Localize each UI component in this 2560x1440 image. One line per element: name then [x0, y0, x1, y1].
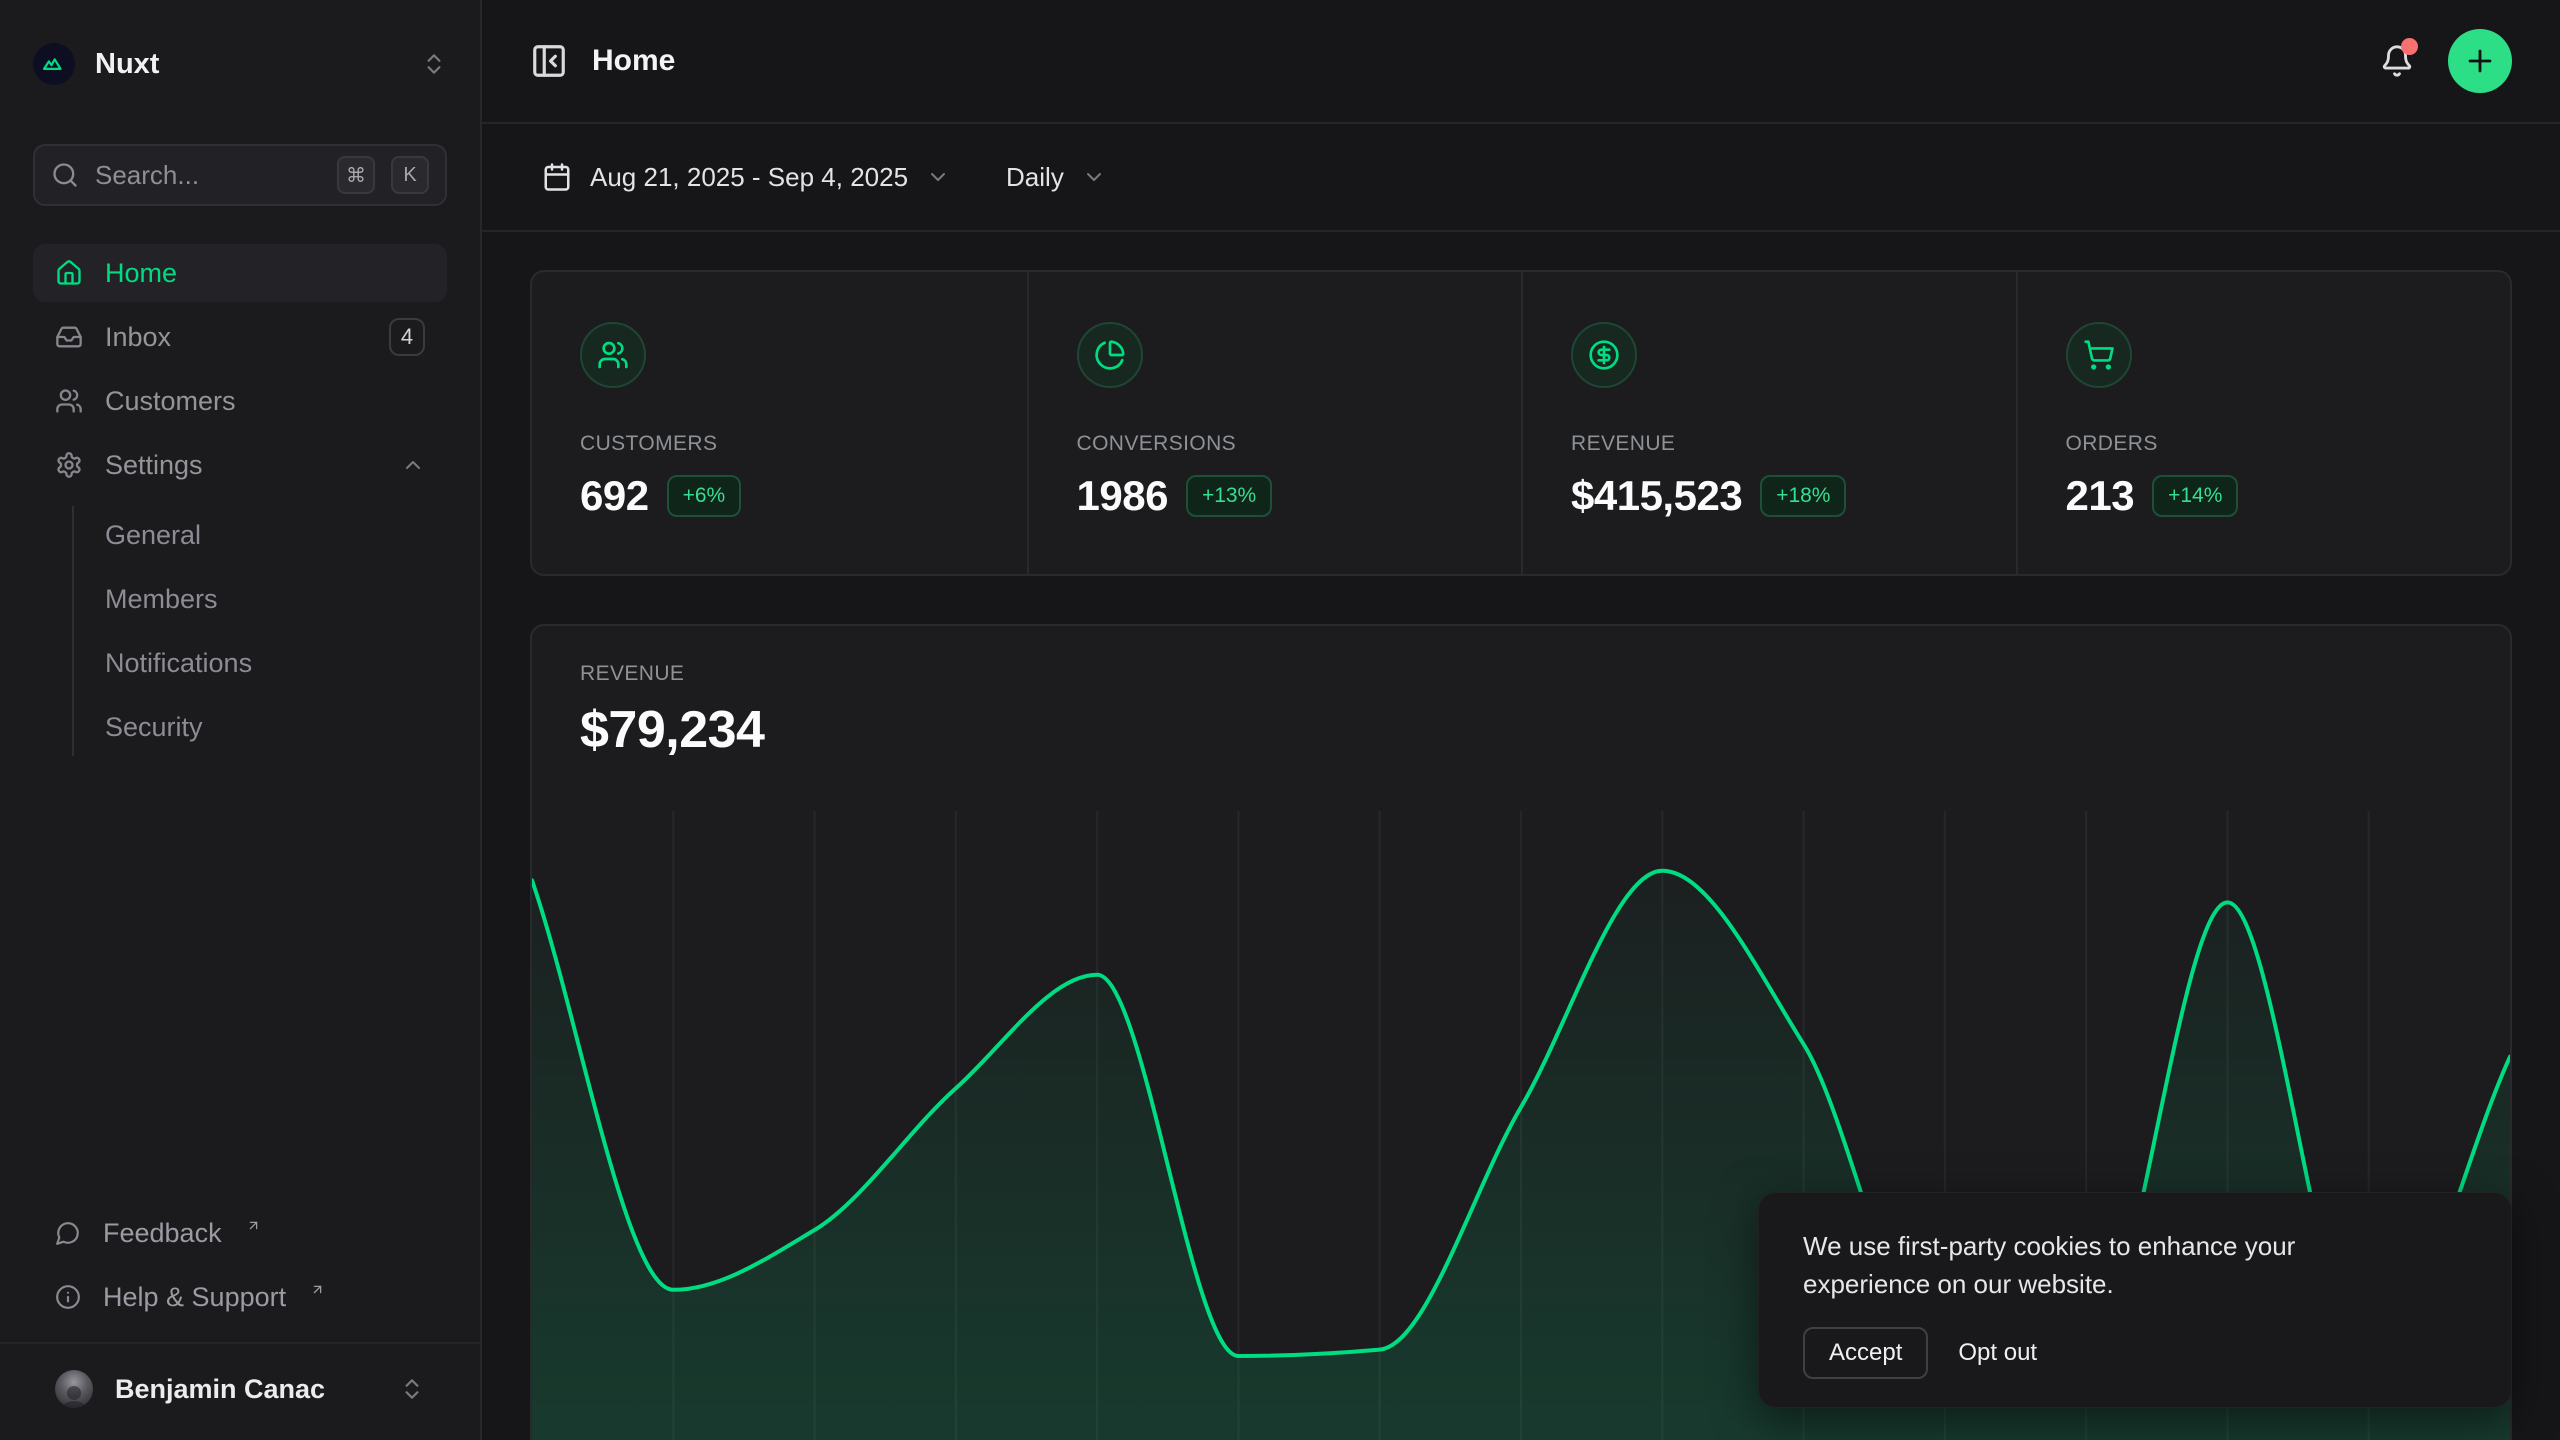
search-placeholder: Search... [95, 160, 315, 191]
filters-toolbar: Aug 21, 2025 - Sep 4, 2025 Daily [482, 124, 2560, 232]
revenue-label: REVENUE [580, 662, 2462, 686]
team-switcher[interactable]: Nuxt [0, 0, 480, 128]
sidebar: Nuxt Search... ⌘ K Home [0, 0, 482, 1440]
sidebar-item-label: Customers [105, 386, 236, 417]
avatar [55, 1370, 93, 1408]
user-section: Benjamin Canac [0, 1342, 480, 1440]
sidebar-footer-links: Feedback Help & Support [33, 1204, 447, 1326]
cookie-actions: Accept Opt out [1803, 1327, 2467, 1379]
revenue-chart-header: REVENUE $79,234 [532, 626, 2510, 811]
cookie-banner: We use first-party cookies to enhance yo… [1758, 1192, 2512, 1408]
stat-value: 692 [580, 472, 649, 520]
sidebar-item-label: Home [105, 258, 177, 289]
stat-card-orders: ORDERS 213 +14% [2016, 272, 2511, 574]
revenue-total: $79,234 [580, 700, 2462, 760]
sidebar-item-settings[interactable]: Settings [33, 436, 447, 494]
notifications-button[interactable] [2374, 38, 2420, 84]
sidebar-item-general[interactable]: General [74, 506, 447, 564]
info-circle-icon [55, 1284, 81, 1310]
header-actions [2374, 29, 2512, 93]
kbd-k: K [391, 156, 429, 194]
stat-label: CUSTOMERS [580, 432, 979, 456]
external-link-icon [246, 1218, 261, 1233]
period-select[interactable]: Daily [1006, 162, 1106, 193]
sidebar-item-notifications[interactable]: Notifications [74, 634, 447, 692]
date-range-label: Aug 21, 2025 - Sep 4, 2025 [590, 162, 908, 193]
stat-card-conversions: CONVERSIONS 1986 +13% [1027, 272, 1522, 574]
sidebar-item-inbox[interactable]: Inbox 4 [33, 308, 447, 366]
page-title: Home [592, 44, 675, 78]
link-label: Feedback [103, 1218, 222, 1249]
chat-bubble-icon [55, 1220, 81, 1246]
inbox-count-badge: 4 [389, 318, 425, 356]
stat-delta-badge: +14% [2152, 475, 2238, 517]
chevron-down-icon [1082, 165, 1106, 189]
add-button[interactable] [2448, 29, 2512, 93]
chevrons-up-down-icon [421, 51, 447, 77]
collapse-sidebar-button[interactable] [530, 42, 568, 80]
inbox-icon [55, 323, 83, 351]
stat-delta-badge: +6% [667, 475, 742, 517]
nuxt-logo-icon [33, 43, 75, 85]
stat-value: 1986 [1077, 472, 1168, 520]
help-support-link[interactable]: Help & Support [33, 1268, 447, 1326]
kbd-cmd: ⌘ [337, 156, 375, 194]
stat-card-customers: CUSTOMERS 692 +6% [532, 272, 1027, 574]
stat-label: REVENUE [1571, 432, 1968, 456]
stat-delta-badge: +18% [1760, 475, 1846, 517]
team-name: Nuxt [95, 48, 401, 81]
sidebar-nav: Home Inbox 4 Customers Settings [33, 244, 447, 756]
users-icon [55, 387, 83, 415]
user-menu[interactable]: Benjamin Canac [33, 1360, 447, 1418]
main-panel: Home Aug 21, 2025 - Sep 4, 2025 [482, 0, 2560, 1440]
circle-dollar-icon [1571, 322, 1637, 388]
sidebar-item-label: Inbox [105, 322, 171, 353]
feedback-link[interactable]: Feedback [33, 1204, 447, 1262]
user-name: Benjamin Canac [115, 1374, 377, 1405]
search-input[interactable]: Search... ⌘ K [33, 144, 447, 206]
cookie-message: We use first-party cookies to enhance yo… [1803, 1227, 2423, 1303]
accept-cookies-button[interactable]: Accept [1803, 1327, 1928, 1379]
search-icon [51, 161, 79, 189]
sidebar-item-label: General [105, 520, 201, 551]
gear-icon [55, 451, 83, 479]
calendar-icon [542, 162, 572, 192]
sidebar-item-customers[interactable]: Customers [33, 372, 447, 430]
notification-dot [2401, 38, 2418, 55]
page-header: Home [482, 0, 2560, 124]
settings-subnav: General Members Notifications Security [72, 506, 447, 756]
app-root: Nuxt Search... ⌘ K Home [0, 0, 2560, 1440]
stat-label: ORDERS [2066, 432, 2463, 456]
users-icon [580, 322, 646, 388]
date-range-picker[interactable]: Aug 21, 2025 - Sep 4, 2025 [542, 162, 950, 193]
cart-icon [2066, 322, 2132, 388]
optout-cookies-button[interactable]: Opt out [1958, 1329, 2037, 1377]
sidebar-item-security[interactable]: Security [74, 698, 447, 756]
period-label: Daily [1006, 162, 1064, 193]
sidebar-item-home[interactable]: Home [33, 244, 447, 302]
stats-row: CUSTOMERS 692 +6% CONVERSIONS 1986 +13% [530, 270, 2512, 576]
home-icon [55, 259, 83, 287]
pie-chart-icon [1077, 322, 1143, 388]
sidebar-item-label: Settings [105, 450, 203, 481]
chevrons-up-down-icon [399, 1376, 425, 1402]
stat-label: CONVERSIONS [1077, 432, 1474, 456]
sidebar-item-members[interactable]: Members [74, 570, 447, 628]
link-label: Help & Support [103, 1282, 286, 1313]
sidebar-item-label: Notifications [105, 648, 252, 679]
sidebar-item-label: Members [105, 584, 218, 615]
external-link-icon [310, 1282, 325, 1297]
chevron-down-icon [926, 165, 950, 189]
stat-delta-badge: +13% [1186, 475, 1272, 517]
chevron-up-icon [401, 453, 425, 477]
stat-value: 213 [2066, 472, 2135, 520]
sidebar-item-label: Security [105, 712, 203, 743]
sidebar-spacer [0, 756, 480, 1204]
stat-card-revenue: REVENUE $415,523 +18% [1521, 272, 2016, 574]
stat-value: $415,523 [1571, 472, 1742, 520]
